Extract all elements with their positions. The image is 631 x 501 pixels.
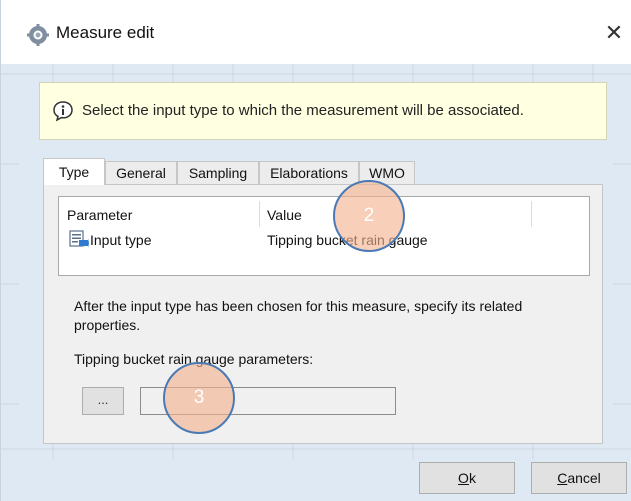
tab-elaborations[interactable]: Elaborations — [259, 161, 359, 184]
ok-accelerator: O — [458, 470, 469, 486]
tab-label: General — [116, 165, 166, 181]
column-separator — [531, 201, 532, 227]
cancel-accelerator: C — [557, 470, 568, 486]
tab-general[interactable]: General — [105, 161, 177, 184]
property-grid: Parameter Value Input type Tipping bucke… — [58, 196, 590, 276]
info-text: Select the input type to which the measu… — [82, 102, 524, 119]
cancel-button[interactable]: Cancel — [531, 462, 627, 494]
info-speech-icon — [53, 101, 73, 122]
cancel-label: ancel — [567, 470, 601, 486]
window-title: Measure edit — [56, 23, 155, 42]
measure-edit-dialog: Measure edit ✕ Select the input type to … — [0, 0, 631, 501]
properties-icon — [69, 230, 89, 248]
parameter-cell: Input type — [90, 232, 152, 248]
tab-type[interactable]: Type — [43, 158, 105, 185]
gear-icon — [27, 24, 49, 46]
tab-label: WMO — [369, 165, 405, 181]
type-tab-panel: Parameter Value Input type Tipping bucke… — [43, 184, 603, 444]
browse-parameters-button[interactable]: ... — [82, 387, 124, 415]
callout-marker: 2 — [333, 180, 405, 252]
callout-marker: 3 — [163, 362, 235, 434]
column-separator — [259, 201, 260, 227]
ok-button[interactable]: Ok — [419, 462, 515, 494]
tab-label: Type — [58, 164, 90, 180]
tab-label: Elaborations — [270, 165, 348, 181]
tab-label: Sampling — [188, 165, 248, 181]
title-bar: Measure edit ✕ — [1, 0, 631, 64]
ok-label: k — [468, 470, 476, 486]
info-banner: Select the input type to which the measu… — [39, 82, 607, 140]
close-icon: ✕ — [604, 20, 624, 45]
close-button[interactable]: ✕ — [599, 18, 629, 48]
column-header-value: Value — [267, 207, 302, 223]
column-header-parameter: Parameter — [67, 207, 133, 223]
description-text: After the input type has been chosen for… — [74, 298, 523, 333]
tab-sampling[interactable]: Sampling — [177, 161, 259, 184]
